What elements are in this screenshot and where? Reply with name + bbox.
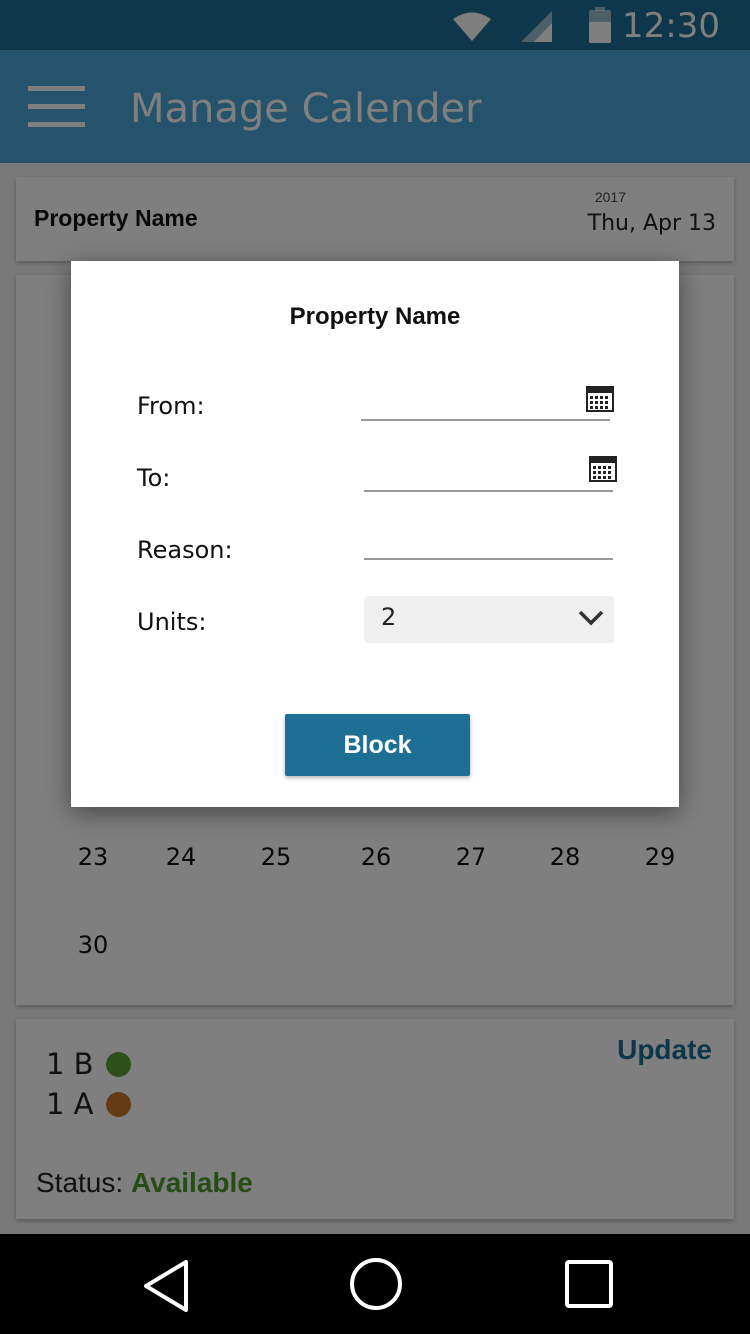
to-label: To: [137, 464, 171, 492]
system-nav-bar [0, 1234, 750, 1334]
calendar-icon[interactable] [586, 385, 614, 413]
recents-icon[interactable] [564, 1259, 614, 1309]
from-date-input[interactable] [361, 381, 614, 421]
back-icon[interactable] [142, 1258, 192, 1314]
to-date-input[interactable] [364, 452, 617, 492]
dialog-title: Property Name [289, 303, 461, 330]
chevron-down-icon [578, 610, 604, 626]
calendar-icon[interactable] [589, 455, 617, 483]
block-dialog: Property Name From: To: Reason: Units: 2… [71, 261, 679, 807]
reason-input[interactable] [364, 520, 613, 560]
units-select[interactable]: 2 [364, 596, 614, 643]
from-label: From: [137, 392, 205, 420]
units-select-value: 2 [381, 603, 397, 631]
home-icon[interactable] [348, 1256, 404, 1312]
block-button[interactable]: Block [285, 714, 470, 776]
reason-label: Reason: [137, 536, 233, 564]
units-label: Units: [137, 608, 207, 636]
